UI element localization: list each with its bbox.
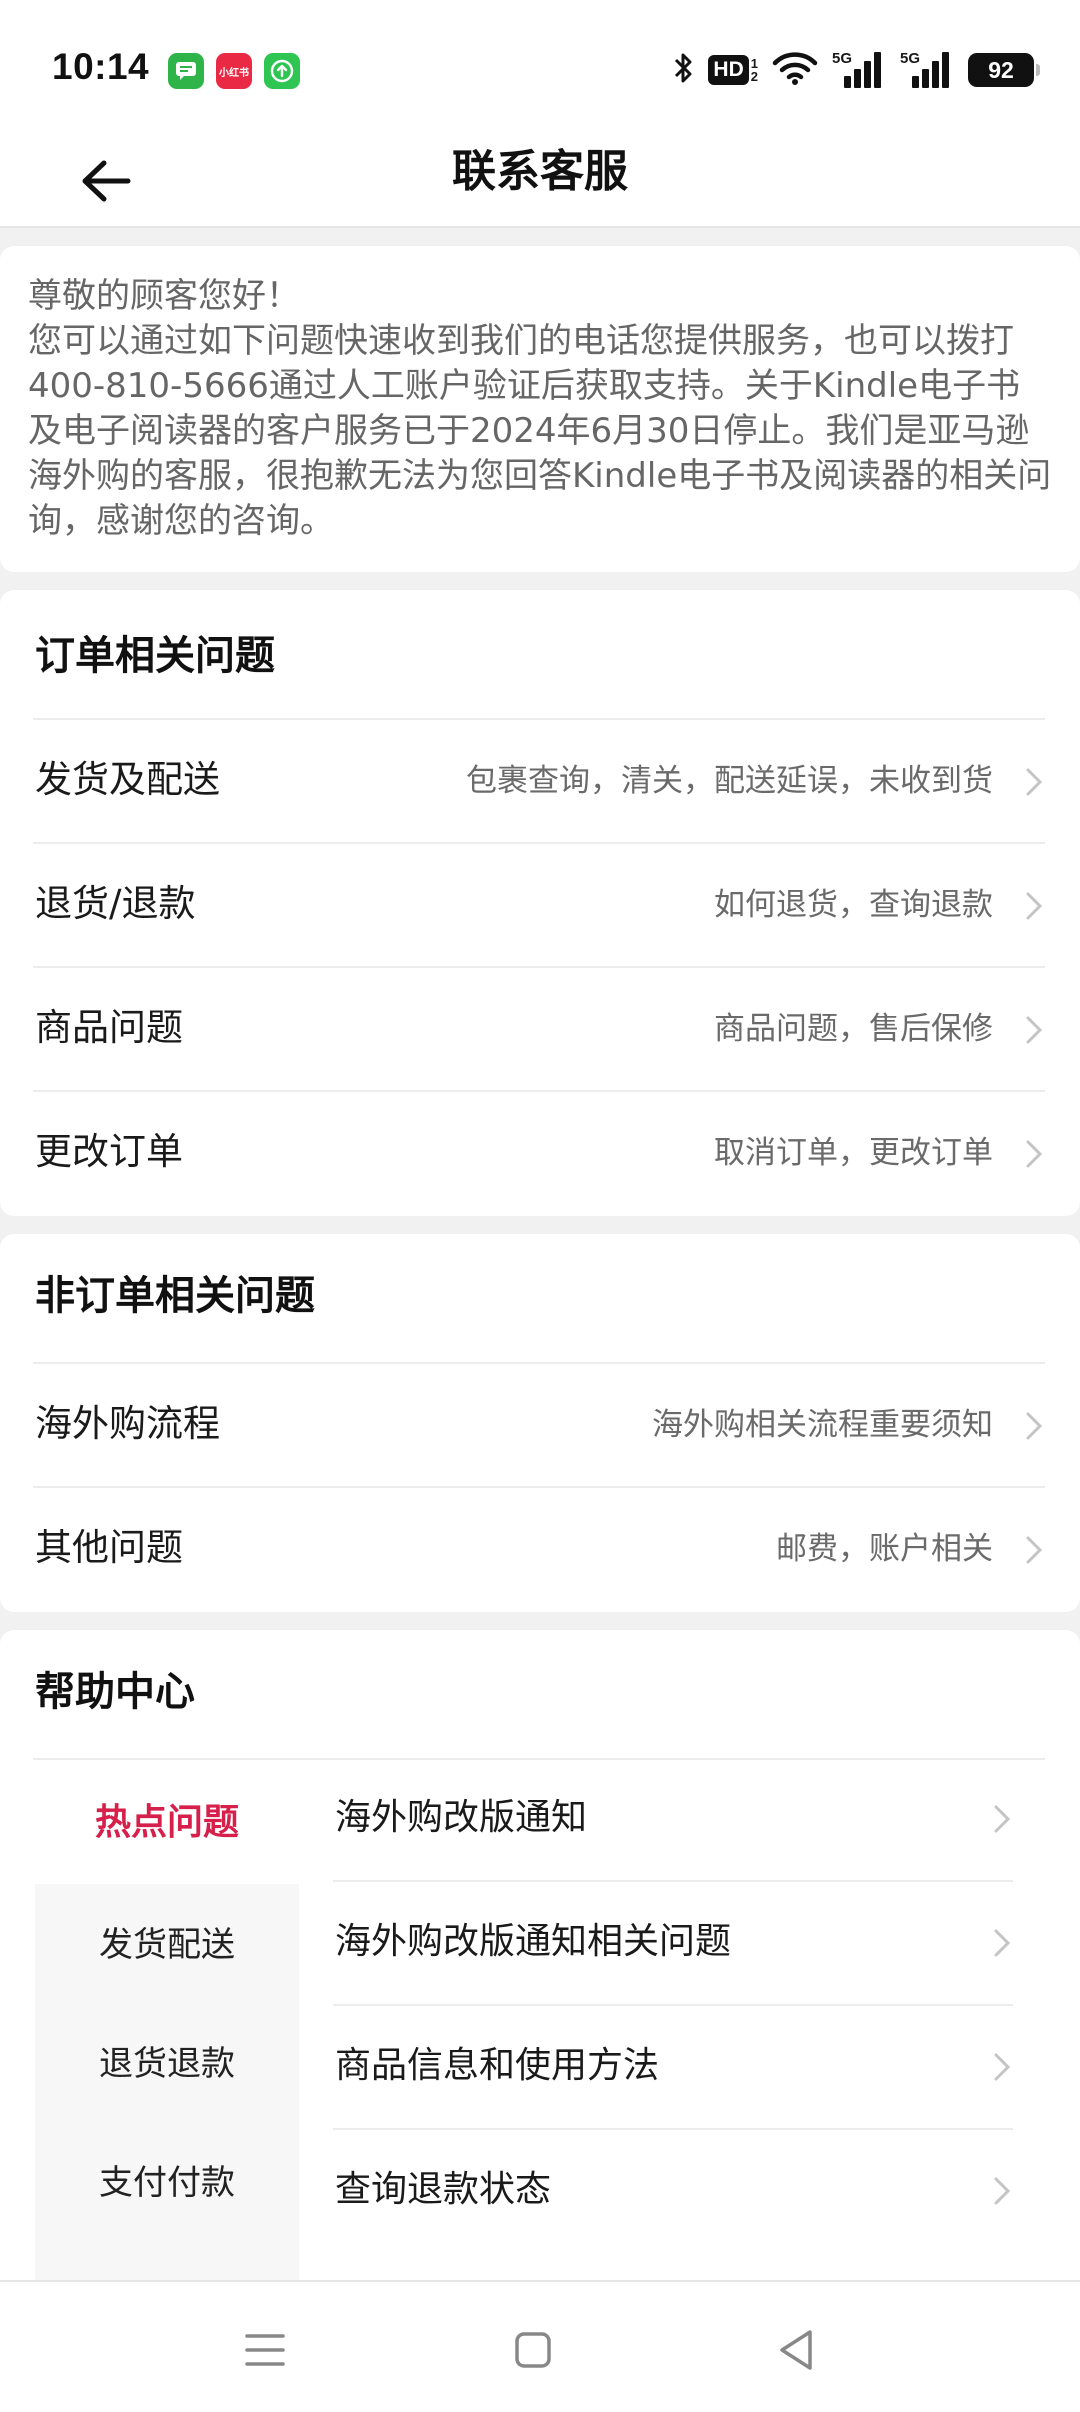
help-tab-payment[interactable]: 支付付款 <box>35 2158 299 2208</box>
row-overseas-process[interactable]: 海外购流程 海外购相关流程重要须知 <box>33 1362 1045 1486</box>
status-indicators: HD 1 2 5G 5G 92 <box>672 48 1040 92</box>
system-back-button[interactable] <box>756 2310 836 2390</box>
row-desc: 取消订单，更改订单 <box>714 1135 993 1171</box>
row-product-issue[interactable]: 商品问题 商品问题，售后保修 <box>33 966 1045 1090</box>
help-item[interactable]: 商品信息和使用方法 <box>333 2006 1013 2130</box>
chevron-right-icon <box>1026 768 1043 796</box>
bluetooth-icon <box>672 50 694 90</box>
notice-text: 尊敬的顾客您好！ 您可以通过如下问题快速收到我们的电话您提供服务，也可以拨打40… <box>28 276 1052 541</box>
help-item[interactable]: 查询退款状态 <box>333 2130 1013 2254</box>
battery-icon: 92 <box>968 53 1040 87</box>
back-triangle-icon <box>780 2330 812 2370</box>
help-tab-shipping[interactable]: 发货配送 <box>35 1920 299 1970</box>
help-item-label: 查询退款状态 <box>335 2169 552 2210</box>
section-title-non-order: 非订单相关问题 <box>35 1273 315 1319</box>
chevron-right-icon <box>1026 1412 1043 1440</box>
home-button[interactable] <box>493 2310 573 2390</box>
section-title-help-center: 帮助中心 <box>35 1669 195 1715</box>
help-item-label: 商品信息和使用方法 <box>335 2045 660 2086</box>
help-tab-hot[interactable]: 热点问题 <box>35 1798 299 1848</box>
signal-5g-icon-2: 5G <box>900 50 954 90</box>
hd-voice-icon: HD 1 2 <box>708 55 758 85</box>
row-label: 海外购流程 <box>35 1402 220 1445</box>
row-desc: 如何退货，查询退款 <box>714 887 993 923</box>
wifi-icon <box>772 50 818 90</box>
row-label: 发货及配送 <box>35 758 220 801</box>
chevron-right-icon <box>1026 1536 1043 1564</box>
chevron-right-icon <box>994 1929 1011 1957</box>
section-title-order: 订单相关问题 <box>35 633 275 679</box>
row-desc: 邮费，账户相关 <box>776 1531 993 1567</box>
chevron-right-icon <box>994 2053 1011 2081</box>
page-title: 联系客服 <box>452 146 628 197</box>
chevron-right-icon <box>1026 1140 1043 1168</box>
row-label: 其他问题 <box>35 1526 183 1569</box>
row-label: 退货/退款 <box>35 882 196 925</box>
xiaohongshu-app-icon: 小红书 <box>216 53 252 89</box>
row-label: 商品问题 <box>35 1006 183 1049</box>
non-order-questions-card: 非订单相关问题 海外购流程 海外购相关流程重要须知 其他问题 邮费，账户相关 <box>0 1234 1080 1612</box>
status-time: 10:14 <box>52 46 150 87</box>
status-bar: 10:14 小红书 HD 1 2 5G 5G 92 <box>0 0 1080 132</box>
row-label: 更改订单 <box>35 1130 183 1173</box>
app-header: 联系客服 <box>0 132 1080 228</box>
help-item[interactable]: 海外购改版通知相关问题 <box>333 1882 1013 2006</box>
row-desc: 海外购相关流程重要须知 <box>652 1407 993 1443</box>
row-shipping[interactable]: 发货及配送 包裹查询，清关，配送延误，未收到货 <box>33 718 1045 842</box>
chevron-right-icon <box>994 1805 1011 1833</box>
help-item-label: 海外购改版通知 <box>335 1797 588 1838</box>
help-item-label: 海外购改版通知相关问题 <box>335 1921 732 1962</box>
help-tab-returns[interactable]: 退货退款 <box>35 2039 299 2089</box>
row-change-order[interactable]: 更改订单 取消订单，更改订单 <box>33 1090 1045 1214</box>
upload-app-icon <box>264 53 300 89</box>
row-desc: 商品问题，售后保修 <box>714 1011 993 1047</box>
row-return-refund[interactable]: 退货/退款 如何退货，查询退款 <box>33 842 1045 966</box>
chevron-right-icon <box>1026 892 1043 920</box>
home-square-icon <box>515 2332 551 2368</box>
order-questions-card: 订单相关问题 发货及配送 包裹查询，清关，配送延误，未收到货 退货/退款 如何退… <box>0 590 1080 1216</box>
chevron-right-icon <box>994 2177 1011 2205</box>
menu-icon <box>245 2334 285 2366</box>
messages-app-icon <box>168 53 204 89</box>
signal-5g-icon: 5G <box>832 50 886 90</box>
notice-card: 尊敬的顾客您好！ 您可以通过如下问题快速收到我们的电话您提供服务，也可以拨打40… <box>0 246 1080 572</box>
row-other-issues[interactable]: 其他问题 邮费，账户相关 <box>33 1486 1045 1610</box>
system-nav-bar <box>0 2280 1080 2412</box>
help-item[interactable]: 海外购改版通知 <box>333 1758 1013 1882</box>
recent-apps-button[interactable] <box>225 2310 305 2390</box>
chevron-right-icon <box>1026 1016 1043 1044</box>
row-desc: 包裹查询，清关，配送延误，未收到货 <box>466 763 993 799</box>
